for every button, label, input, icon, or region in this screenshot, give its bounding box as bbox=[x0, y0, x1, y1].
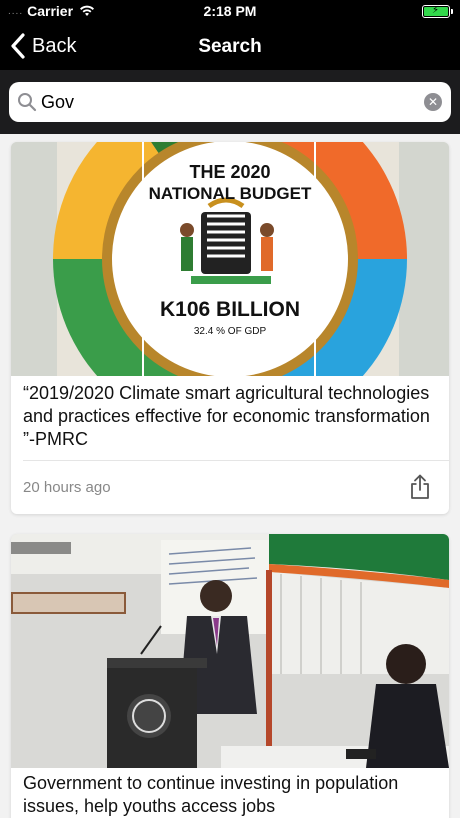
article-image bbox=[11, 534, 449, 768]
navigation-bar: Back Search bbox=[0, 24, 460, 70]
results-list: THE 2020 NATIONAL BUDGET K106 BILLION 32… bbox=[0, 134, 460, 818]
divider bbox=[23, 460, 449, 461]
battery-icon: ⚡ bbox=[422, 5, 453, 18]
article-image: THE 2020 NATIONAL BUDGET K106 BILLION 32… bbox=[11, 142, 449, 376]
article-timestamp: 20 hours ago bbox=[23, 479, 111, 496]
image-text-line2: NATIONAL BUDGET bbox=[148, 184, 312, 203]
image-text-line3: K106 BILLION bbox=[159, 298, 301, 321]
article-card[interactable]: THE 2020 NATIONAL BUDGET K106 BILLION 32… bbox=[11, 142, 449, 514]
page-title: Search bbox=[198, 36, 262, 57]
article-title[interactable]: “2019/2020 Climate smart agricultural te… bbox=[23, 382, 441, 451]
clock: 2:18 PM bbox=[203, 3, 257, 19]
article-title[interactable]: Government to continue investing in popu… bbox=[23, 772, 441, 818]
search-field-container[interactable]: ✕ bbox=[9, 82, 451, 122]
image-text-line1: THE 2020 bbox=[189, 162, 271, 182]
article-card[interactable]: Government to continue investing in popu… bbox=[11, 534, 449, 818]
search-input[interactable] bbox=[41, 87, 421, 117]
conference-photo bbox=[11, 534, 449, 768]
search-bar: ✕ bbox=[0, 70, 460, 134]
share-icon[interactable] bbox=[409, 474, 431, 500]
charging-bolt-icon: ⚡ bbox=[432, 5, 440, 16]
search-icon bbox=[18, 93, 37, 112]
image-text-line4: 32.4 % OF GDP bbox=[193, 326, 267, 337]
clear-icon[interactable]: ✕ bbox=[424, 93, 442, 111]
status-bar: .... Carrier 2:18 PM ⚡ bbox=[0, 0, 460, 24]
